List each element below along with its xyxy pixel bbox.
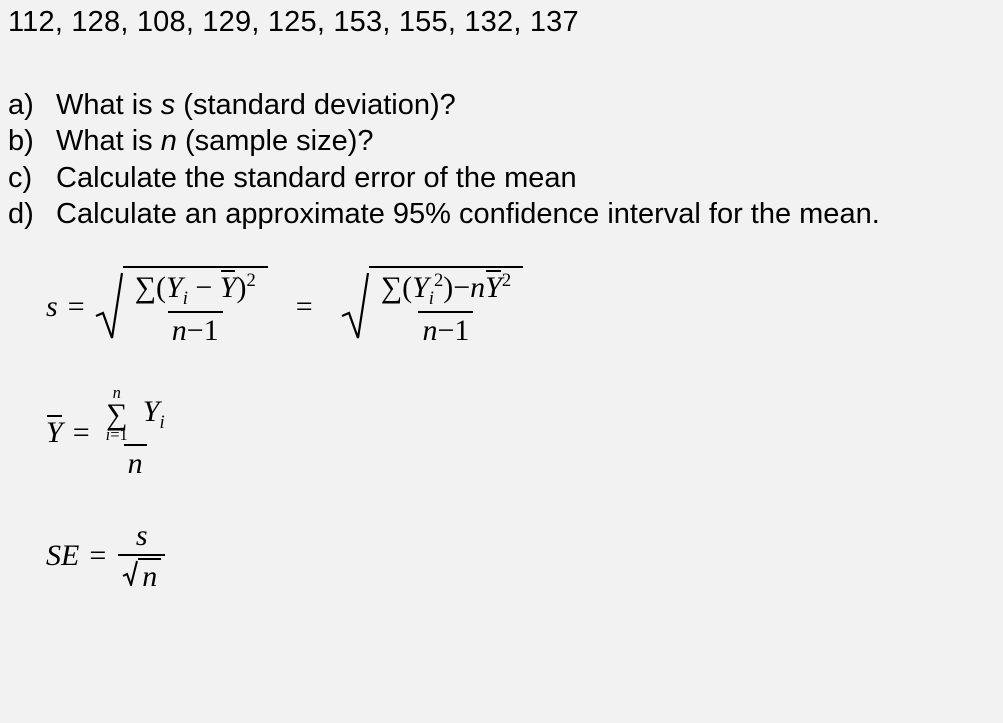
question-d-label: d) — [8, 196, 38, 232]
equals-4: = — [89, 539, 106, 573]
sqrt-2: ∑(Yi2)−nY2 n−1 — [341, 266, 523, 348]
ybar-1: Y — [220, 271, 237, 305]
question-a-text: What is s (standard deviation)? — [56, 87, 995, 123]
question-d: d) Calculate an approximate 95% confiden… — [8, 196, 995, 232]
question-c-label: c) — [8, 160, 38, 196]
question-a: a) What is s (standard deviation)? — [8, 87, 995, 123]
sigma-icon: n ∑ i=1 — [106, 386, 128, 443]
data-values: 112, 128, 108, 129, 125, 153, 155, 132, … — [8, 6, 995, 39]
sqrt-1: ∑(Yi − Y)2 n−1 — [95, 266, 268, 348]
formula-se: SE = s n — [46, 519, 995, 594]
var-n: n — [161, 125, 177, 157]
question-c-text: Calculate the standard error of the mean — [56, 160, 995, 196]
equals-2: = — [296, 290, 313, 324]
frac-2: ∑(Yi2)−nY2 n−1 — [377, 270, 515, 348]
radical-icon — [122, 560, 138, 594]
equals-3: = — [73, 416, 90, 450]
se-lhs: SE — [46, 539, 79, 573]
question-b: b) What is n (sample size)? — [8, 123, 995, 159]
question-list: a) What is s (standard deviation)? b) Wh… — [8, 87, 995, 232]
frac-se: s n — [118, 519, 165, 594]
s-lhs: s — [46, 290, 58, 324]
page: 112, 128, 108, 129, 125, 153, 155, 132, … — [0, 0, 1003, 723]
question-c: c) Calculate the standard error of the m… — [8, 160, 995, 196]
sqrt-n: n — [122, 558, 161, 594]
question-b-text: What is n (sample size)? — [56, 123, 995, 159]
frac-ybar: n ∑ i=1 Yi n — [102, 386, 169, 481]
formulas-block: s = ∑(Yi − Y)2 n−1 = — [8, 266, 995, 594]
formula-ybar: Y = n ∑ i=1 Yi n — [46, 386, 995, 481]
ybar-lhs: Y — [46, 416, 63, 450]
question-a-label: a) — [8, 87, 38, 123]
radical-icon — [95, 272, 123, 348]
radical-icon — [341, 272, 369, 348]
equals-1: = — [68, 290, 85, 324]
frac-1: ∑(Yi − Y)2 n−1 — [131, 270, 260, 348]
question-b-label: b) — [8, 123, 38, 159]
formula-s: s = ∑(Yi − Y)2 n−1 = — [46, 266, 995, 348]
var-s: s — [161, 89, 176, 121]
question-d-text: Calculate an approximate 95% confidence … — [56, 196, 995, 232]
ybar-2: Y — [485, 271, 502, 305]
